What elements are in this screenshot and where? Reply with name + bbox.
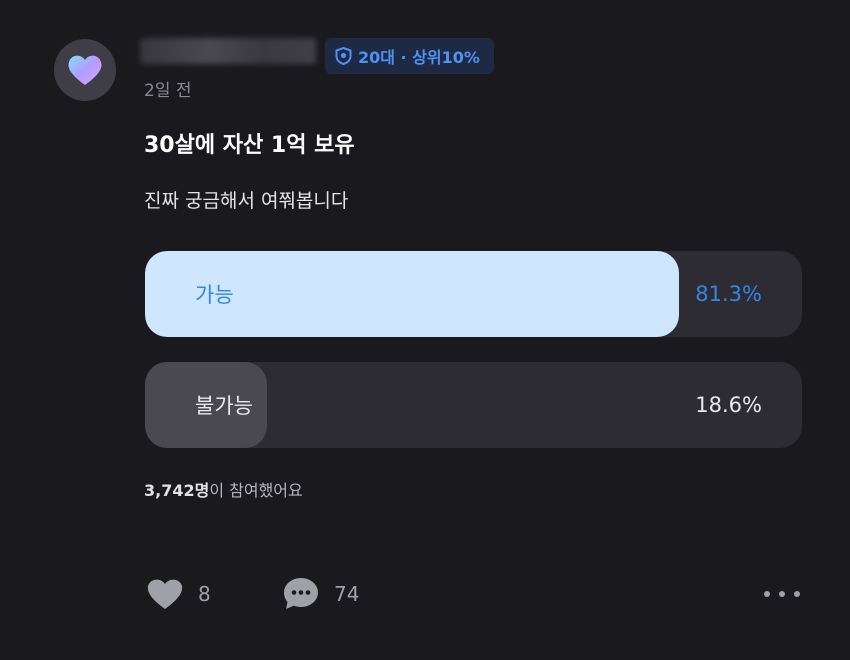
poll-option-label: 가능	[195, 283, 234, 307]
more-dot	[779, 591, 785, 597]
more-dot	[764, 591, 770, 597]
heart-icon	[147, 579, 183, 609]
comment-count: 74	[334, 582, 360, 606]
poll-option-percent: 18.6%	[695, 393, 762, 417]
speech-bubble-icon	[284, 578, 318, 609]
post-title: 30살에 자산 1억 보유	[144, 133, 355, 158]
poll-option-label: 불가능	[195, 394, 253, 418]
more-options-button[interactable]	[764, 584, 800, 604]
heart-icon	[68, 55, 102, 85]
user-badge: 20대 · 상위10%	[325, 38, 494, 74]
post-time: 2일 전	[144, 81, 192, 101]
user-avatar[interactable]	[54, 39, 116, 101]
more-dot	[794, 591, 800, 597]
participants-count: 3,742명	[144, 481, 210, 500]
comment-button[interactable]: 74	[282, 574, 359, 614]
poll-option-impossible[interactable]: 불가능 18.6%	[145, 362, 802, 448]
poll-option-percent: 81.3%	[695, 282, 762, 306]
like-button[interactable]: 8	[146, 574, 211, 614]
poll-participants: 3,742명이 참여했어요	[144, 477, 303, 501]
post-body: 진짜 궁금해서 여쭤봅니다	[144, 190, 349, 212]
shield-icon	[335, 47, 352, 65]
like-count: 8	[198, 582, 211, 606]
username-blurred[interactable]	[140, 38, 316, 64]
badge-label: 20대 · 상위10%	[358, 48, 480, 67]
participants-suffix: 이 참여했어요	[209, 481, 303, 500]
poll-option-possible[interactable]: 가능 81.3%	[145, 251, 802, 337]
